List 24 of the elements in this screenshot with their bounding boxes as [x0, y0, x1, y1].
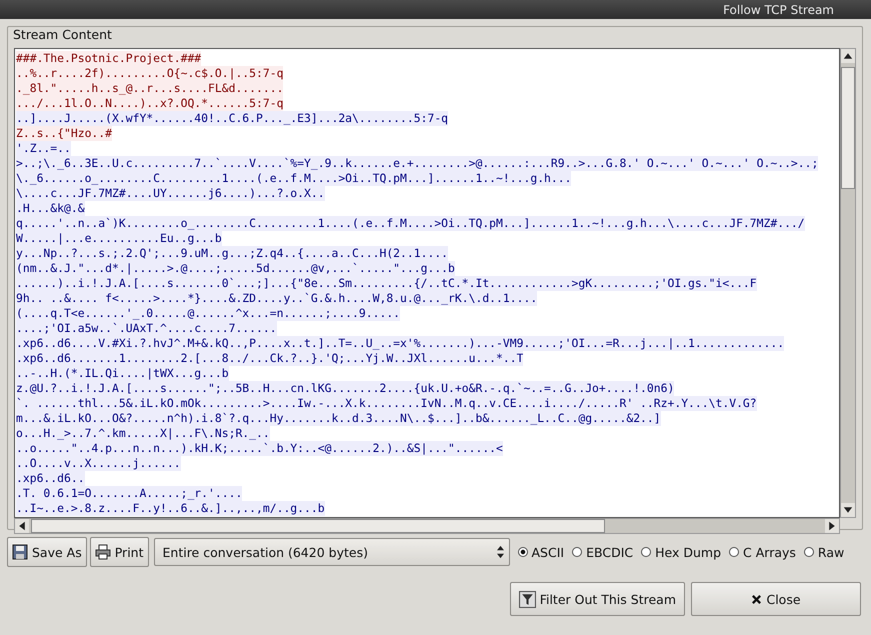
scroll-down-icon[interactable]	[841, 503, 855, 517]
horizontal-scrollbar[interactable]	[14, 518, 840, 534]
window-title: Follow TCP Stream	[723, 2, 834, 16]
close-icon	[751, 594, 762, 604]
scroll-thumb[interactable]	[31, 519, 605, 533]
frame-label: Stream Content	[12, 27, 113, 42]
scroll-thumb[interactable]	[841, 67, 855, 189]
print-button[interactable]: Print	[90, 537, 148, 567]
save-as-button[interactable]: Save As	[7, 537, 87, 567]
format-radio[interactable]: EBCDIC	[572, 544, 634, 560]
filter-out-button[interactable]: Filter Out This Stream	[510, 582, 685, 616]
printer-icon	[94, 544, 111, 560]
scroll-right-icon[interactable]	[825, 519, 839, 533]
conversation-dropdown[interactable]: Entire conversation (6420 bytes)	[154, 538, 510, 566]
scroll-left-icon[interactable]	[15, 519, 29, 533]
format-radio[interactable]: Raw	[804, 544, 844, 560]
scroll-up-icon[interactable]	[841, 49, 855, 63]
format-radio[interactable]: C Arrays	[729, 544, 796, 560]
vertical-scrollbar[interactable]	[840, 48, 856, 518]
format-radio[interactable]: Hex Dump	[641, 544, 722, 560]
funnel-icon	[518, 590, 536, 608]
spinner-arrows-icon	[496, 545, 504, 559]
close-button[interactable]: Close	[691, 582, 861, 616]
format-radio[interactable]: ASCII	[518, 544, 564, 560]
